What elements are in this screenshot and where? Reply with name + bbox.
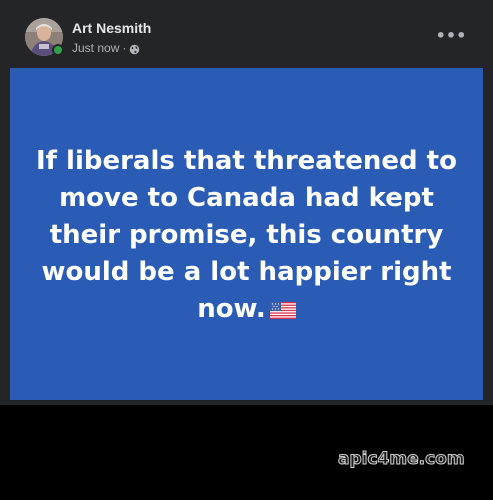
page: Art Nesmith Just now · ••• If liberals t… <box>0 0 493 500</box>
post-timestamp[interactable]: Just now <box>72 40 119 56</box>
author-name[interactable]: Art Nesmith <box>72 19 151 37</box>
post-meta: Just now · <box>72 40 140 56</box>
meta-separator: · <box>122 41 127 55</box>
author-avatar[interactable] <box>25 18 64 56</box>
post-text-container: If liberals that threatened to move to C… <box>27 143 467 328</box>
watermark: apic4me.com <box>338 449 466 470</box>
globe-icon[interactable] <box>129 43 140 54</box>
us-flag-icon <box>269 293 296 319</box>
post-header: Art Nesmith Just now · ••• <box>0 0 493 68</box>
more-options-button[interactable]: ••• <box>435 24 467 48</box>
post-body: If liberals that threatened to move to C… <box>10 68 483 400</box>
more-options-icon: ••• <box>435 26 467 45</box>
post-card: Art Nesmith Just now · ••• If liberals t… <box>0 0 493 405</box>
post-text: If liberals that threatened to move to C… <box>36 145 457 324</box>
online-status-indicator <box>52 44 64 56</box>
